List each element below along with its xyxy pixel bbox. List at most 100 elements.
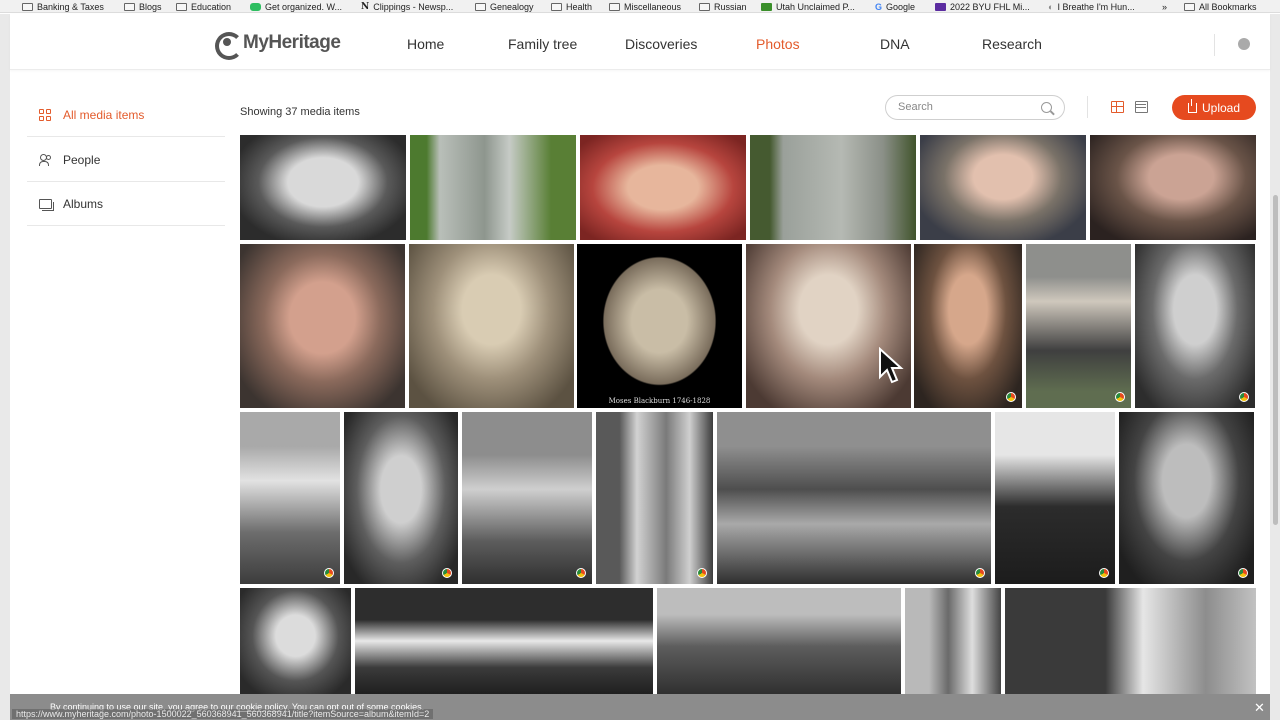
upload-button[interactable]: Upload (1172, 95, 1256, 120)
media-thumbnail[interactable] (1026, 244, 1131, 408)
folder-icon (124, 2, 135, 11)
sidebar-item-albums[interactable]: Albums (27, 182, 225, 226)
sidebar-item-label: Albums (63, 196, 104, 211)
folder-icon (609, 2, 620, 11)
albums-icon (39, 198, 54, 211)
search-icon[interactable] (1041, 102, 1052, 113)
media-thumbnail[interactable] (1090, 135, 1256, 240)
media-thumbnail[interactable] (1135, 244, 1255, 408)
scrollbar-thumb[interactable] (1273, 195, 1278, 525)
bookmark-blogs[interactable]: Blogs (124, 0, 162, 12)
site-icon: ◐ (1048, 1, 1054, 12)
media-thumbnail[interactable] (596, 412, 713, 584)
colorized-badge-icon (1238, 568, 1248, 578)
bookmark-health[interactable]: Health (551, 0, 592, 12)
photo-caption: Moses Blackburn 1746-1828 (608, 397, 711, 405)
bookmark-breathe[interactable]: ◐ I Breathe I'm Hun... (1048, 0, 1135, 12)
mouse-cursor-icon (879, 347, 904, 384)
media-thumbnail[interactable] (1005, 588, 1256, 694)
folder-icon (551, 2, 562, 11)
media-thumbnail[interactable] (750, 135, 916, 240)
media-count: Showing 37 media items (240, 106, 360, 118)
toolbar-divider (1087, 96, 1088, 118)
bookmark-google[interactable]: G Google (875, 0, 915, 12)
google-icon: G (875, 1, 883, 12)
media-thumbnail[interactable] (995, 412, 1115, 584)
media-thumbnail[interactable] (240, 412, 340, 584)
media-thumbnail[interactable] (657, 588, 901, 694)
colorized-badge-icon (442, 568, 452, 578)
left-gutter (0, 14, 10, 720)
people-icon (39, 153, 53, 166)
bookmarks-overflow[interactable]: » (1162, 0, 1167, 12)
colorized-badge-icon (1239, 392, 1249, 402)
media-thumbnail[interactable] (905, 588, 1001, 694)
bookmark-banking[interactable]: Banking & Taxes (22, 0, 104, 12)
sidebar-item-people[interactable]: People (27, 138, 225, 182)
media-thumbnail[interactable] (462, 412, 592, 584)
media-thumbnail[interactable] (240, 135, 406, 240)
colorized-badge-icon (697, 568, 707, 578)
folder-icon (699, 2, 710, 11)
bookmark-russian[interactable]: Russian (699, 0, 747, 12)
colorized-badge-icon (1006, 392, 1016, 402)
media-thumbnail[interactable] (717, 412, 991, 584)
media-thumbnail[interactable] (580, 135, 746, 240)
close-icon[interactable]: ✕ (1254, 700, 1265, 716)
colorized-badge-icon (975, 568, 985, 578)
folder-icon (176, 2, 187, 11)
byu-icon (935, 2, 946, 11)
sidebar-item-label: People (63, 152, 101, 167)
media-thumbnail[interactable] (344, 412, 458, 584)
sidebar-item-all-media[interactable]: All media items (27, 93, 225, 137)
bookmark-byu[interactable]: 2022 BYU FHL Mi... (935, 0, 1030, 12)
colorized-badge-icon (1099, 568, 1109, 578)
myheritage-logo[interactable]: MyHeritage (215, 32, 341, 60)
media-thumbnail[interactable] (240, 588, 351, 694)
nav-research[interactable]: Research (982, 36, 1042, 52)
media-thumbnail[interactable] (920, 135, 1086, 240)
nav-family-tree[interactable]: Family tree (508, 36, 577, 52)
bookmarks-bar: Banking & Taxes Blogs Education Get orga… (0, 0, 1280, 13)
nav-photos[interactable]: Photos (756, 36, 800, 52)
brand-name: MyHeritage (243, 32, 341, 53)
header-divider (1214, 34, 1215, 56)
nav-dna[interactable]: DNA (880, 36, 910, 52)
bookmark-education[interactable]: Education (176, 0, 231, 12)
bookmark-evernote[interactable]: Get organized. W... (250, 0, 342, 12)
colorized-badge-icon (576, 568, 586, 578)
media-thumbnail[interactable] (240, 244, 405, 408)
search-input[interactable] (898, 101, 1038, 113)
colorized-badge-icon (324, 568, 334, 578)
bookmark-clippings[interactable]: N Clippings - Newsp... (361, 0, 453, 12)
site-header: MyHeritage Home Family tree Discoveries … (10, 14, 1270, 70)
grid-view-icon[interactable] (1111, 101, 1124, 113)
folder-icon (22, 2, 33, 11)
search-box[interactable] (885, 95, 1065, 120)
bookmark-miscellaneous[interactable]: Miscellaneous (609, 0, 681, 12)
folder-icon (475, 2, 486, 11)
sidebar-item-label: All media items (63, 107, 145, 122)
status-url: https://www.myheritage.com/photo-1500022… (12, 709, 434, 719)
evernote-icon (250, 2, 261, 11)
bookmark-genealogy[interactable]: Genealogy (475, 0, 534, 12)
nav-discoveries[interactable]: Discoveries (625, 36, 697, 52)
account-icon[interactable] (1238, 38, 1250, 50)
media-thumbnail[interactable]: Moses Blackburn 1746-1828 (577, 244, 742, 408)
bookmark-utah[interactable]: Utah Unclaimed P... (761, 0, 855, 12)
media-thumbnail[interactable] (410, 135, 576, 240)
grid-icon (39, 108, 53, 121)
utah-icon (761, 2, 772, 11)
media-thumbnail[interactable] (409, 244, 574, 408)
folder-icon (1184, 2, 1195, 11)
bookmark-all[interactable]: All Bookmarks (1184, 0, 1257, 12)
media-thumbnail[interactable] (1119, 412, 1254, 584)
media-thumbnail[interactable] (914, 244, 1022, 408)
nav-home[interactable]: Home (407, 36, 444, 52)
newspapers-icon: N (361, 1, 370, 12)
media-thumbnail[interactable] (355, 588, 653, 694)
upload-icon (1187, 98, 1197, 113)
logo-icon (215, 32, 243, 60)
colorized-badge-icon (1115, 392, 1125, 402)
list-view-icon[interactable] (1135, 101, 1148, 113)
